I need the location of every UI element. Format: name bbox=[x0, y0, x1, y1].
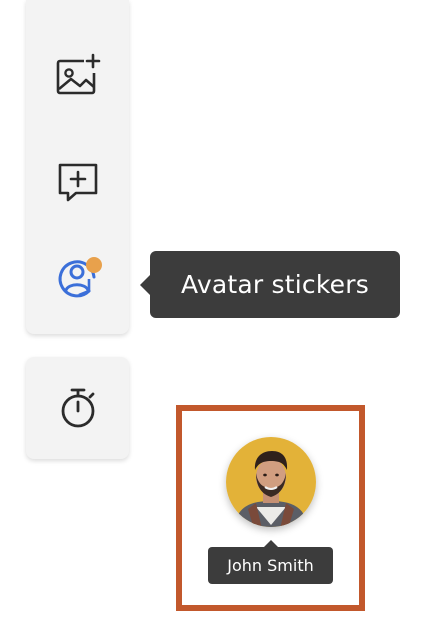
add-image-button[interactable] bbox=[52, 50, 104, 102]
avatar-sticker-highlight: John Smith bbox=[176, 405, 365, 611]
name-tag-arrow bbox=[264, 540, 278, 547]
add-image-icon bbox=[56, 53, 101, 95]
avatar-photo bbox=[226, 437, 316, 527]
tooltip-arrow bbox=[140, 275, 150, 295]
timer-toolbar bbox=[26, 357, 129, 459]
avatar-stickers-button[interactable] bbox=[52, 252, 104, 304]
avatar-name: John Smith bbox=[227, 556, 314, 575]
timer-button[interactable] bbox=[52, 382, 104, 434]
avatar-name-tag: John Smith bbox=[208, 540, 333, 584]
notification-dot bbox=[86, 257, 102, 273]
avatar-sticker-icon bbox=[58, 257, 102, 298]
avatar-sticker[interactable] bbox=[226, 437, 316, 527]
add-comment-icon bbox=[58, 163, 98, 202]
add-comment-button[interactable] bbox=[52, 156, 104, 208]
avatar-stickers-tooltip: Avatar stickers bbox=[140, 251, 400, 318]
timer-icon bbox=[61, 388, 95, 428]
tooltip-text: Avatar stickers bbox=[181, 270, 369, 299]
side-toolbar bbox=[26, 0, 129, 334]
